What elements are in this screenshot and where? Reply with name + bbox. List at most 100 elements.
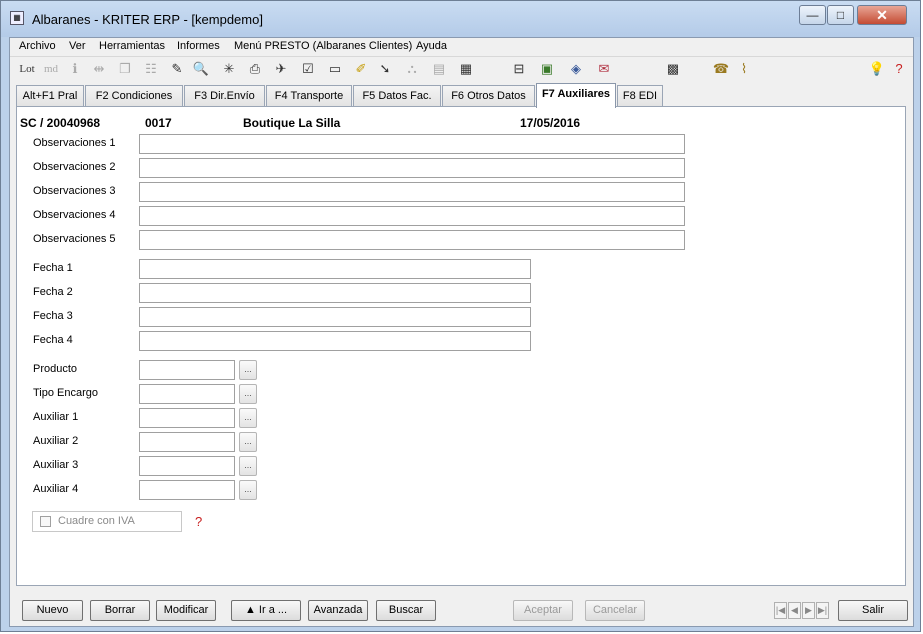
last-record-button[interactable]: ▶| [816, 602, 829, 619]
table-icon[interactable]: ▦ [457, 60, 475, 78]
cuadre-iva-checkbox[interactable] [40, 516, 51, 527]
minimize-button[interactable]: — [799, 5, 826, 25]
salir-button[interactable]: Salir [838, 600, 908, 621]
arrow-icon[interactable]: ➘ [376, 60, 394, 78]
fecha-3-input[interactable] [139, 307, 531, 327]
producto-input[interactable] [139, 360, 235, 380]
copy-icon[interactable]: ❐ [116, 60, 134, 78]
observaciones-2-input[interactable] [139, 158, 685, 178]
observaciones-1-input[interactable] [139, 134, 685, 154]
tipo-encargo-input[interactable] [139, 384, 235, 404]
auxiliar-4-input[interactable] [139, 480, 235, 500]
auxiliar-4-lookup-button[interactable]: ... [239, 480, 257, 500]
document-date: 17/05/2016 [520, 116, 581, 130]
fecha-4-input[interactable] [139, 331, 531, 351]
disc-icon[interactable]: ◈ [567, 60, 585, 78]
merge-icon[interactable]: ⇹ [90, 60, 108, 78]
nuevo-button[interactable]: Nuevo [22, 600, 83, 621]
phone-icon[interactable]: ☎ [712, 60, 730, 78]
title-bar[interactable]: ▦ Albaranes - KRITER ERP - [kempdemo] — … [1, 1, 920, 37]
checklist-icon[interactable]: ☑ [299, 60, 317, 78]
menu-presto[interactable]: Menú PRESTO (Albaranes Clientes) [234, 40, 412, 52]
menu-bar: Archivo Ver Herramientas Informes Menú P… [10, 38, 913, 57]
grid-icon[interactable]: ▤ [430, 60, 448, 78]
tree-icon[interactable]: ☷ [142, 60, 160, 78]
first-record-button[interactable]: |◀ [774, 602, 787, 619]
auxiliar-1-lookup-button[interactable]: ... [239, 408, 257, 428]
tab-strip: Alt+F1 Pral F2 Condiciones F3 Dir.Envío … [16, 83, 906, 108]
lightbulb-icon[interactable]: 💡 [868, 60, 886, 78]
md-button[interactable]: md [40, 60, 62, 78]
help-icon[interactable]: ? [890, 60, 908, 78]
next-record-button[interactable]: ▶ [802, 602, 815, 619]
menu-informes[interactable]: Informes [177, 40, 220, 52]
buscar-button[interactable]: Buscar [376, 600, 436, 621]
calculator-icon[interactable]: ▩ [664, 60, 682, 78]
menu-archivo[interactable]: Archivo [19, 40, 56, 52]
tab-otros-datos[interactable]: F6 Otros Datos [442, 85, 535, 107]
producto-lookup-button[interactable]: ... [239, 360, 257, 380]
field-help-icon[interactable]: ? [195, 514, 202, 529]
auxiliar-1-input[interactable] [139, 408, 235, 428]
pin-icon[interactable]: ✈ [272, 60, 290, 78]
structure-icon[interactable]: ⊟ [510, 60, 528, 78]
rectangle-icon[interactable]: ▭ [326, 60, 344, 78]
app-icon: ▦ [10, 11, 24, 25]
paperclip-icon[interactable]: ⌇ [735, 60, 753, 78]
close-button[interactable]: ✕ [857, 5, 907, 25]
cuadre-iva-group: Cuadre con IVA [32, 511, 182, 532]
prev-record-button[interactable]: ◀ [788, 602, 801, 619]
tab-datos-fac[interactable]: F5 Datos Fac. [353, 85, 441, 107]
observaciones-1-label: Observaciones 1 [33, 137, 116, 149]
producto-label: Producto [33, 363, 78, 375]
observaciones-5-label: Observaciones 5 [33, 233, 116, 245]
menu-ver[interactable]: Ver [69, 40, 86, 52]
cancelar-button[interactable]: Cancelar [585, 600, 645, 621]
aceptar-button[interactable]: Aceptar [513, 600, 573, 621]
observaciones-3-label: Observaciones 3 [33, 185, 116, 197]
menu-herramientas[interactable]: Herramientas [99, 40, 165, 52]
image-icon[interactable]: ▣ [538, 60, 556, 78]
auxiliar-3-input[interactable] [139, 456, 235, 476]
edit-icon[interactable]: ✎ [168, 60, 186, 78]
asterisk-icon[interactable]: ✳ [220, 60, 238, 78]
borrar-button[interactable]: Borrar [90, 600, 150, 621]
avanzada-button[interactable]: Avanzada [308, 600, 368, 621]
hierarchy-icon[interactable]: ⛬ [403, 60, 421, 78]
client-code: 0017 [145, 116, 172, 130]
app-window: ▦ Albaranes - KRITER ERP - [kempdemo] — … [0, 0, 921, 632]
modificar-button[interactable]: Modificar [156, 600, 216, 621]
ir-a-button[interactable]: ▲ Ir a ... [231, 600, 301, 621]
client-name: Boutique La Silla [243, 116, 341, 130]
label-icon[interactable]: ✉ [595, 60, 613, 78]
preview-icon[interactable]: 🔍 [192, 60, 210, 78]
observaciones-3-input[interactable] [139, 182, 685, 202]
window-title: Albaranes - KRITER ERP - [kempdemo] [32, 12, 263, 27]
fecha-1-input[interactable] [139, 259, 531, 279]
auxiliar-1-label: Auxiliar 1 [33, 411, 79, 423]
tab-auxiliares[interactable]: F7 Auxiliares [536, 83, 616, 108]
fecha-2-input[interactable] [139, 283, 531, 303]
marker-icon[interactable]: ✐ [352, 60, 370, 78]
lot-button[interactable]: Lot [17, 60, 37, 78]
auxiliar-2-input[interactable] [139, 432, 235, 452]
tab-dir-envio[interactable]: F3 Dir.Envío [184, 85, 265, 107]
info-icon[interactable]: ℹ [66, 60, 84, 78]
maximize-button[interactable]: □ [827, 5, 854, 25]
tab-transporte[interactable]: F4 Transporte [266, 85, 352, 107]
auxiliar-2-lookup-button[interactable]: ... [239, 432, 257, 452]
tab-condiciones[interactable]: F2 Condiciones [85, 85, 183, 107]
tab-edi[interactable]: F8 EDI [617, 85, 663, 107]
auxiliar-3-label: Auxiliar 3 [33, 459, 79, 471]
menu-ayuda[interactable]: Ayuda [416, 40, 447, 52]
auxiliar-3-lookup-button[interactable]: ... [239, 456, 257, 476]
observaciones-4-input[interactable] [139, 206, 685, 226]
observaciones-4-label: Observaciones 4 [33, 209, 116, 221]
client-area: Archivo Ver Herramientas Informes Menú P… [9, 37, 914, 627]
print-icon[interactable]: ⎙ [246, 60, 264, 78]
fecha-2-label: Fecha 2 [33, 286, 73, 298]
observaciones-5-input[interactable] [139, 230, 685, 250]
tab-pral[interactable]: Alt+F1 Pral [16, 85, 84, 107]
tipo-encargo-lookup-button[interactable]: ... [239, 384, 257, 404]
fecha-4-label: Fecha 4 [33, 334, 73, 346]
